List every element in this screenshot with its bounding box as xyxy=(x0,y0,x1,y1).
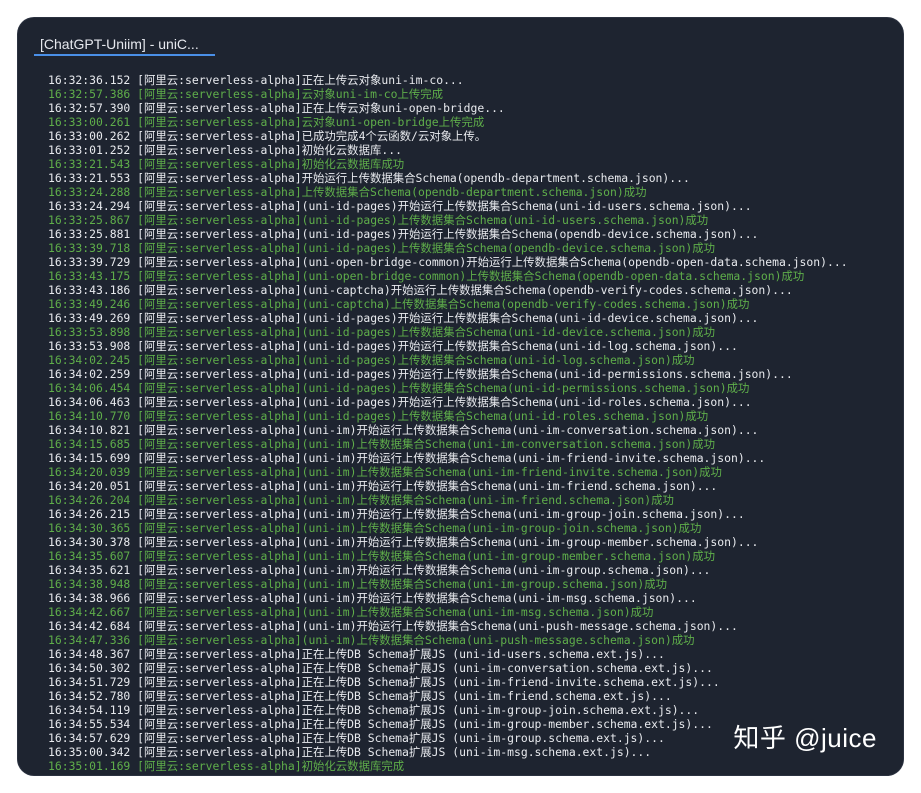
log-line: 16:34:38.948 [阿里云:serverless-alpha](uni-… xyxy=(48,577,668,591)
log-line: 16:33:53.908 [阿里云:serverless-alpha](uni-… xyxy=(48,339,738,353)
log-line: 16:34:10.821 [阿里云:serverless-alpha](uni-… xyxy=(48,423,759,437)
log-line: 16:34:02.259 [阿里云:serverless-alpha](uni-… xyxy=(48,367,793,381)
log-line: 16:33:43.186 [阿里云:serverless-alpha](uni-… xyxy=(48,283,793,297)
log-line: 16:33:00.262 [阿里云:serverless-alpha]已成功完成… xyxy=(48,129,487,143)
console-window: [ChatGPT-Uniim] - uniC... 16:32:36.152 [… xyxy=(18,18,903,775)
log-line: 16:33:24.288 [阿里云:serverless-alpha]上传数据集… xyxy=(48,185,647,199)
watermark: 知乎 @juice xyxy=(733,723,877,753)
log-line: 16:34:15.699 [阿里云:serverless-alpha](uni-… xyxy=(48,451,766,465)
log-line: 16:34:26.215 [阿里云:serverless-alpha](uni-… xyxy=(48,507,745,521)
log-line: 16:33:49.246 [阿里云:serverless-alpha](uni-… xyxy=(48,297,750,311)
log-line: 16:33:39.718 [阿里云:serverless-alpha](uni-… xyxy=(48,241,716,255)
log-line: 16:32:36.152 [阿里云:serverless-alpha]正在上传云… xyxy=(48,73,464,87)
log-line: 16:34:20.039 [阿里云:serverless-alpha](uni-… xyxy=(48,465,722,479)
log-line: 16:34:10.770 [阿里云:serverless-alpha](uni-… xyxy=(48,409,709,423)
log-line: 16:33:25.867 [阿里云:serverless-alpha](uni-… xyxy=(48,213,709,227)
log-line: 16:33:43.175 [阿里云:serverless-alpha](uni-… xyxy=(48,269,805,283)
log-line: 16:34:50.302 [阿里云:serverless-alpha]正在上传D… xyxy=(48,661,713,675)
log-line: 16:34:06.454 [阿里云:serverless-alpha](uni-… xyxy=(48,381,750,395)
log-line: 16:34:30.365 [阿里云:serverless-alpha](uni-… xyxy=(48,521,702,535)
log-line: 16:34:47.336 [阿里云:serverless-alpha](uni-… xyxy=(48,633,695,647)
log-line: 16:33:00.261 [阿里云:serverless-alpha]云对象un… xyxy=(48,115,485,129)
log-line: 16:34:35.621 [阿里云:serverless-alpha](uni-… xyxy=(48,563,711,577)
log-line: 16:32:57.386 [阿里云:serverless-alpha]云对象un… xyxy=(48,87,444,101)
log-line: 16:33:21.553 [阿里云:serverless-alpha]开始运行上… xyxy=(48,171,690,185)
log-line: 16:34:02.245 [阿里云:serverless-alpha](uni-… xyxy=(48,353,695,367)
log-line: 16:34:30.378 [阿里云:serverless-alpha](uni-… xyxy=(48,535,759,549)
log-line: 16:34:51.729 [阿里云:serverless-alpha]正在上传D… xyxy=(48,675,720,689)
log-line: 16:33:24.294 [阿里云:serverless-alpha](uni-… xyxy=(48,199,752,213)
log-line: 16:33:25.881 [阿里云:serverless-alpha](uni-… xyxy=(48,227,759,241)
log-line: 16:34:54.119 [阿里云:serverless-alpha]正在上传D… xyxy=(48,703,700,717)
console-output[interactable]: 16:32:36.152 [阿里云:serverless-alpha]正在上传云… xyxy=(48,73,895,773)
log-line: 16:34:20.051 [阿里云:serverless-alpha](uni-… xyxy=(48,479,718,493)
log-line: 16:34:38.966 [阿里云:serverless-alpha](uni-… xyxy=(48,591,697,605)
log-line: 16:32:57.390 [阿里云:serverless-alpha]正在上传云… xyxy=(48,101,505,115)
log-line: 16:34:06.463 [阿里云:serverless-alpha](uni-… xyxy=(48,395,752,409)
tab-bar: [ChatGPT-Uniim] - uniC... xyxy=(18,18,903,62)
log-line: 16:33:01.252 [阿里云:serverless-alpha]初始化云数… xyxy=(48,143,402,157)
log-line: 16:34:15.685 [阿里云:serverless-alpha](uni-… xyxy=(48,437,716,451)
log-line: 16:34:35.607 [阿里云:serverless-alpha](uni-… xyxy=(48,549,716,563)
log-line: 16:34:42.684 [阿里云:serverless-alpha](uni-… xyxy=(48,619,738,633)
log-line: 16:34:42.667 [阿里云:serverless-alpha](uni-… xyxy=(48,605,654,619)
log-line: 16:34:26.204 [阿里云:serverless-alpha](uni-… xyxy=(48,493,674,507)
log-line: 16:34:48.367 [阿里云:serverless-alpha]正在上传D… xyxy=(48,647,665,661)
log-line: 16:33:53.898 [阿里云:serverless-alpha](uni-… xyxy=(48,325,716,339)
log-line: 16:35:01.169 [阿里云:serverless-alpha]初始化云数… xyxy=(48,759,405,773)
log-line: 16:33:21.543 [阿里云:serverless-alpha]初始化云数… xyxy=(48,157,405,171)
tab-console-chatgpt-uniim[interactable]: [ChatGPT-Uniim] - uniC... xyxy=(34,30,215,56)
log-line: 16:34:52.780 [阿里云:serverless-alpha]正在上传D… xyxy=(48,689,672,703)
log-line: 16:33:39.729 [阿里云:serverless-alpha](uni-… xyxy=(48,255,848,269)
log-line: 16:33:49.269 [阿里云:serverless-alpha](uni-… xyxy=(48,311,759,325)
